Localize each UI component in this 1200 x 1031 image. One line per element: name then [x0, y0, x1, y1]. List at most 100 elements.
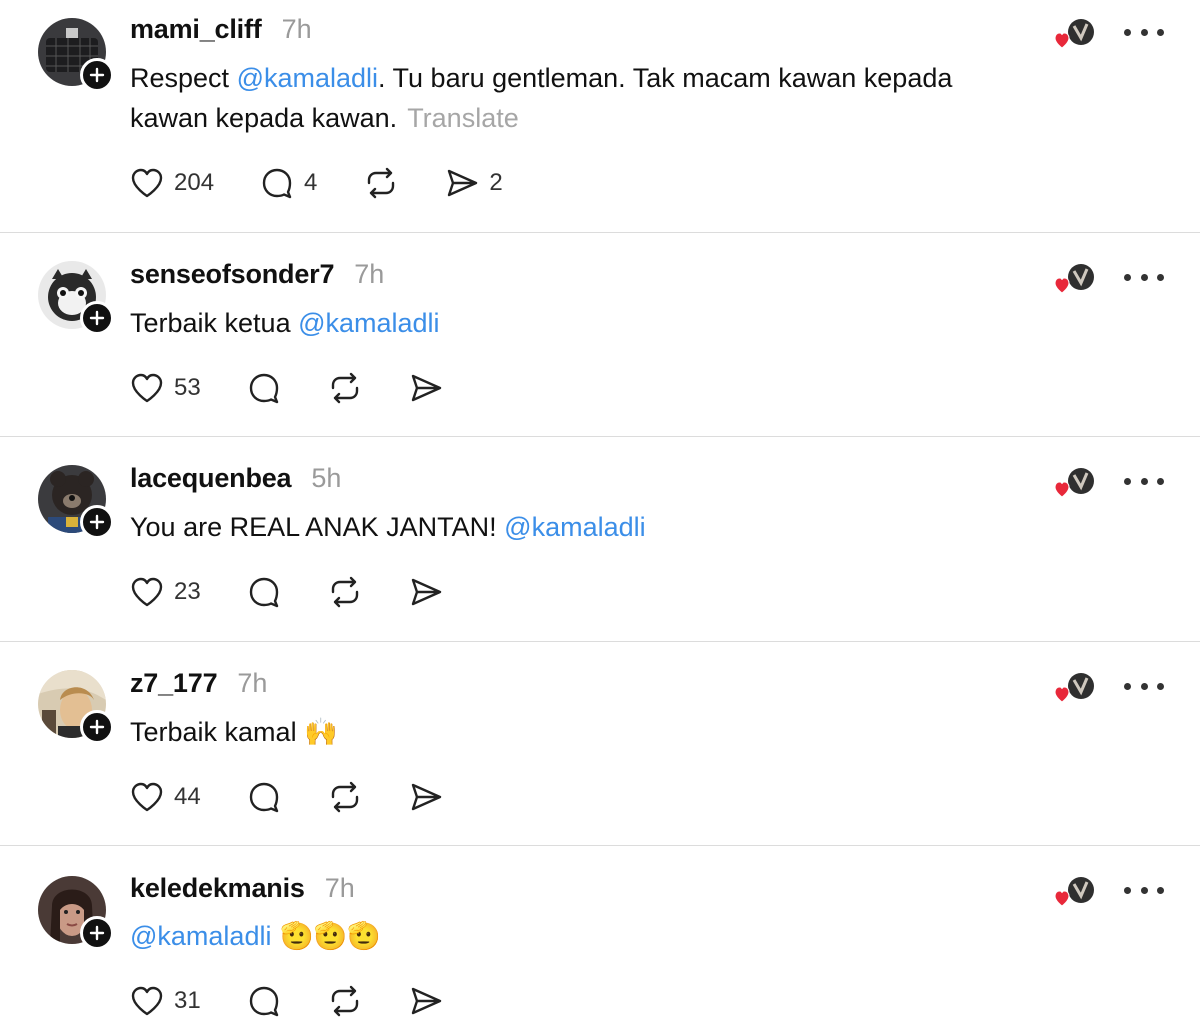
follow-plus-icon[interactable] — [80, 301, 114, 335]
repost-button[interactable] — [327, 371, 363, 405]
share-button[interactable] — [409, 985, 443, 1017]
heart-icon — [131, 577, 163, 607]
more-icon — [1140, 28, 1148, 36]
like-count: 23 — [174, 578, 201, 605]
share-button[interactable]: 2 — [445, 167, 503, 199]
more-options-button[interactable] — [1124, 880, 1164, 900]
liked-by-author-icon — [1054, 467, 1098, 498]
more-icon — [1140, 273, 1148, 281]
more-icon — [1140, 886, 1148, 894]
follow-plus-icon[interactable] — [80, 916, 114, 950]
timestamp: 7h — [237, 668, 268, 698]
avatar[interactable] — [38, 18, 114, 92]
reply-button[interactable] — [247, 575, 281, 609]
liked-by-author-icon — [1054, 876, 1098, 907]
reply-post: z7_177 7h Terbaik kamal 🙌 44 — [0, 642, 1200, 846]
share-button[interactable] — [409, 372, 443, 404]
follow-plus-icon[interactable] — [80, 505, 114, 539]
like-button[interactable]: 53 — [130, 372, 201, 404]
reply-button[interactable] — [247, 371, 281, 405]
avatar[interactable] — [38, 876, 114, 950]
more-options-button[interactable] — [1124, 471, 1164, 491]
like-button[interactable]: 44 — [130, 781, 201, 813]
more-icon — [1157, 273, 1164, 281]
like-count: 31 — [174, 987, 201, 1014]
post-text-segment: You are REAL ANAK JANTAN! — [130, 512, 505, 542]
heart-icon — [131, 373, 163, 403]
heart-icon — [131, 782, 163, 812]
comment-icon — [249, 782, 278, 813]
reply-post: keledekmanis 7h @kamaladli 🫡🫡🫡 31 — [0, 846, 1200, 1031]
like-button[interactable]: 23 — [130, 576, 201, 608]
post-text-segment: Terbaik kamal — [130, 717, 305, 747]
reply-post: lacequenbea 5h You are REAL ANAK JANTAN!… — [0, 437, 1200, 642]
post-text: @kamaladli 🫡🫡🫡 — [130, 916, 1030, 957]
follow-plus-icon[interactable] — [80, 58, 114, 92]
avatar[interactable] — [38, 670, 114, 744]
post-text: You are REAL ANAK JANTAN! @kamaladli — [130, 507, 1030, 547]
more-options-button[interactable] — [1124, 676, 1164, 696]
more-icon — [1157, 28, 1164, 36]
more-icon — [1140, 477, 1148, 485]
mention-link[interactable]: @kamaladli — [130, 921, 271, 951]
post-header: z7_177 7h — [130, 668, 267, 699]
post-text: Terbaik ketua @kamaladli — [130, 303, 1030, 343]
comment-icon — [262, 168, 292, 199]
reply-post: mami_cliff 7h Respect @kamaladli. Tu bar… — [0, 0, 1200, 233]
username[interactable]: mami_cliff — [130, 14, 262, 45]
like-count: 204 — [174, 169, 215, 196]
repost-button[interactable] — [327, 984, 363, 1018]
action-bar: 31 — [130, 984, 489, 1018]
reply-button[interactable] — [247, 780, 281, 814]
saluting-face-emoji: 🫡🫡🫡 — [271, 921, 381, 952]
username[interactable]: keledekmanis — [130, 873, 305, 904]
repost-icon — [331, 576, 358, 608]
like-button[interactable]: 204 — [130, 167, 214, 199]
repost-button[interactable] — [363, 166, 399, 200]
post-header: senseofsonder7 7h — [130, 259, 384, 290]
mention-link[interactable]: @kamaladli — [504, 512, 645, 542]
post-text-segment: Respect — [130, 63, 237, 93]
more-options-button[interactable] — [1124, 267, 1164, 287]
repost-icon — [368, 167, 395, 199]
more-icon — [1124, 682, 1131, 690]
timestamp: 7h — [281, 14, 312, 44]
share-count: 2 — [489, 169, 503, 196]
liked-by-author-icon — [1054, 263, 1098, 294]
more-icon — [1157, 886, 1164, 894]
reply-post: senseofsonder7 7h Terbaik ketua @kamalad… — [0, 233, 1200, 437]
username[interactable]: lacequenbea — [130, 463, 292, 494]
translate-link[interactable]: Translate — [407, 103, 519, 133]
mention-link[interactable]: @kamaladli — [237, 63, 378, 93]
post-text-segment: Terbaik ketua — [130, 308, 299, 338]
username[interactable]: z7_177 — [130, 668, 218, 699]
timestamp: 7h — [354, 259, 385, 289]
reply-button[interactable] — [247, 984, 281, 1018]
timestamp: 5h — [311, 463, 342, 493]
share-button[interactable] — [409, 781, 443, 813]
comment-icon — [249, 986, 278, 1017]
send-icon — [448, 169, 478, 197]
repost-icon — [331, 781, 358, 813]
repost-button[interactable] — [327, 575, 363, 609]
more-icon — [1124, 273, 1131, 281]
avatar[interactable] — [38, 465, 114, 539]
repost-button[interactable] — [327, 780, 363, 814]
more-options-button[interactable] — [1124, 22, 1164, 42]
reply-button[interactable]: 4 — [260, 166, 317, 200]
mention-link[interactable]: @kamaladli — [298, 308, 439, 338]
follow-plus-icon[interactable] — [80, 710, 114, 744]
like-button[interactable]: 31 — [130, 985, 201, 1017]
post-header: mami_cliff 7h — [130, 14, 312, 45]
send-icon — [411, 783, 441, 811]
share-button[interactable] — [409, 576, 443, 608]
repost-icon — [331, 372, 358, 404]
liked-by-author-icon — [1054, 18, 1098, 49]
avatar[interactable] — [38, 261, 114, 335]
heart-icon — [131, 986, 163, 1016]
liked-by-author-icon — [1054, 672, 1098, 703]
more-icon — [1157, 682, 1164, 690]
raising-hands-emoji: 🙌 — [304, 717, 338, 748]
username[interactable]: senseofsonder7 — [130, 259, 334, 290]
replies-feed: mami_cliff 7h Respect @kamaladli. Tu bar… — [0, 0, 1200, 1031]
